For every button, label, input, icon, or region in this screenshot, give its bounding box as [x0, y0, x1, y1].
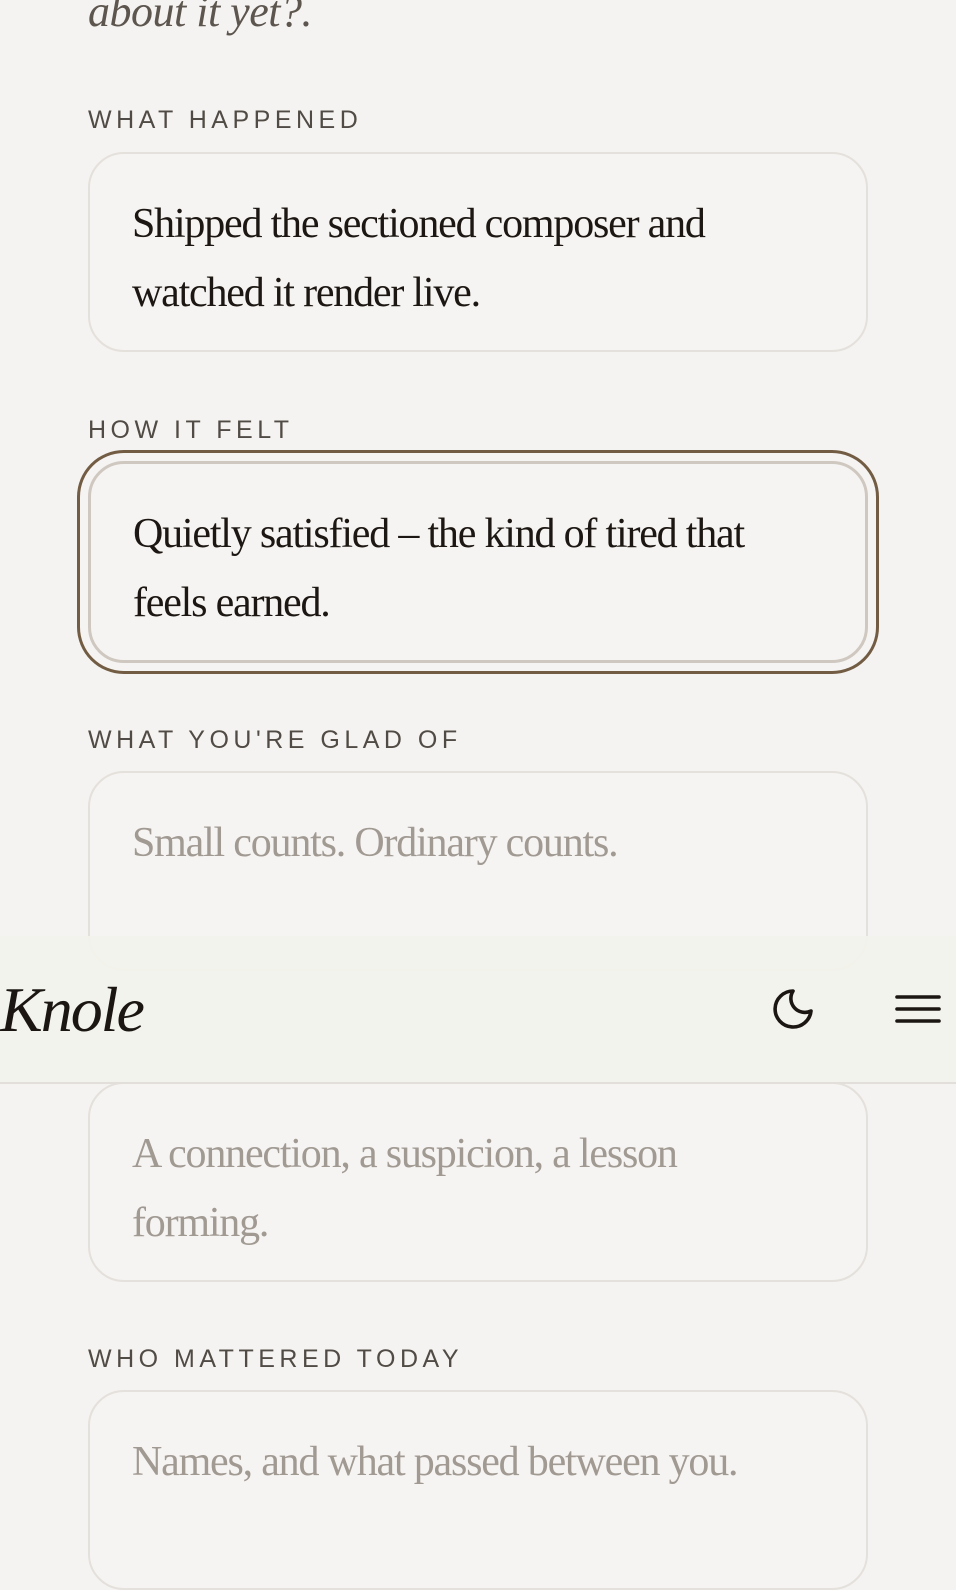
journal-page: about it yet?. WHAT HAPPENED Shipped the…: [0, 0, 956, 1590]
glad-of-placeholder: Small counts. Ordinary counts.: [132, 820, 619, 866]
how-it-felt-text: Quietly satisfied – the kind of tired th…: [133, 511, 745, 626]
noticing-placeholder: A connection, a suspicion, a lesson form…: [132, 1131, 678, 1246]
who-mattered-field[interactable]: Names, and what passed between you.: [88, 1390, 868, 1590]
prompt-text: about it yet?.: [88, 0, 312, 36]
section-label-how-it-felt: HOW IT FELT: [88, 416, 294, 444]
what-happened-text: Shipped the sectioned composer and watch…: [132, 201, 706, 316]
moon-icon[interactable]: [768, 984, 818, 1034]
section-label-glad-of: WHAT YOU'RE GLAD OF: [88, 726, 462, 754]
menu-icon[interactable]: [894, 990, 942, 1028]
what-happened-field[interactable]: Shipped the sectioned composer and watch…: [88, 152, 868, 352]
who-mattered-placeholder: Names, and what passed between you.: [132, 1439, 739, 1485]
noticing-field[interactable]: A connection, a suspicion, a lesson form…: [88, 1082, 868, 1282]
section-label-who-mattered: WHO MATTERED TODAY: [88, 1345, 463, 1373]
brand-logo[interactable]: Knole: [0, 970, 145, 1050]
how-it-felt-field[interactable]: Quietly satisfied – the kind of tired th…: [88, 461, 868, 663]
section-label-what-happened: WHAT HAPPENED: [88, 106, 363, 134]
